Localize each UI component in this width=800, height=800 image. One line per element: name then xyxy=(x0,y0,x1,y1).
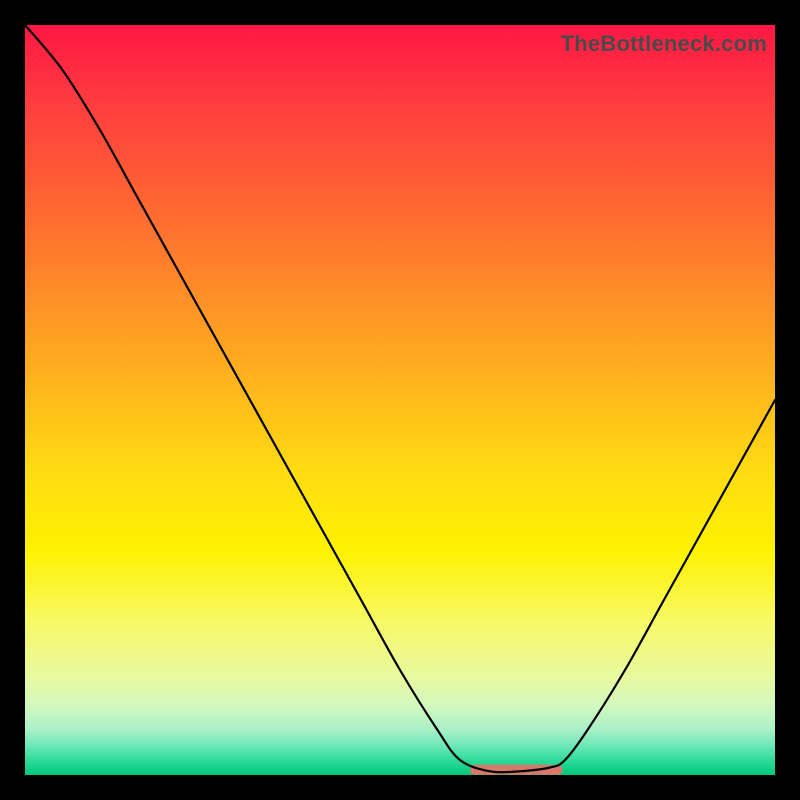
chart-frame: TheBottleneck.com xyxy=(0,0,800,800)
watermark-text: TheBottleneck.com xyxy=(561,31,767,57)
heat-gradient xyxy=(25,25,775,775)
plot-area: TheBottleneck.com xyxy=(25,25,775,775)
